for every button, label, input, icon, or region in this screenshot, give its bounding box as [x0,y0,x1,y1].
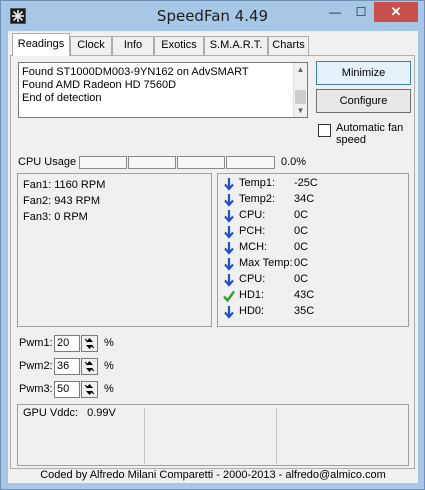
pwm1-spinner[interactable] [81,335,98,352]
temperature-name: Max Temp: [239,257,293,269]
temperature-name: Temp2: [239,193,276,205]
cpu-usage-bar [79,156,127,169]
tab-info[interactable]: Info [112,36,154,55]
window-minimize-button[interactable]: — [322,2,348,22]
pwm2-input[interactable]: 36 [54,358,80,375]
automatic-fan-speed-label-1: Automatic fan [336,122,404,134]
tab-clock[interactable]: Clock [70,36,112,55]
fan-value: 1160 RPM [54,179,106,191]
pwm2-spinner[interactable] [81,358,98,375]
fans-group: Fan1: 1160 RPM Fan2: 943 RPM Fan3: 0 RPM [17,173,212,327]
tab-charts[interactable]: Charts [268,36,309,55]
temperatures-group: Temp1: -25C Temp2: 34C CPU: 0C PCH: 0C M… [217,173,409,327]
client-area: Readings Clock Info Exotics S.M.A.R.T. C… [8,31,418,483]
arrow-down-icon [224,242,234,255]
minimize-button[interactable]: Minimize [316,61,411,85]
gpu-voltage-reading: GPU Vddc: 0.99V [23,407,116,419]
title-bar[interactable]: SpeedFan 4.49 — ☐ ✕ [1,1,424,31]
temperature-name: HD1: [239,289,265,301]
column-divider [144,408,145,464]
temperature-name: PCH: [239,225,266,237]
pwm1-unit: % [104,337,114,349]
temperature-value: -25C [294,177,318,189]
pwm3-unit: % [104,383,114,395]
spinner-arrows-icon [84,338,95,349]
window-maximize-button[interactable]: ☐ [348,2,374,22]
temperature-value: 0C [294,241,309,253]
temperature-value: 43C [294,289,315,301]
temperature-name: CPU: [239,273,266,285]
scroll-up-icon[interactable]: ▲ [294,63,307,76]
scroll-thumb[interactable] [295,90,306,104]
tab-smart[interactable]: S.M.A.R.T. [204,36,268,55]
credits-footer: Coded by Alfredo Milani Comparetti - 200… [40,469,386,481]
arrow-down-icon [224,258,234,271]
automatic-fan-speed-label-2: speed [336,134,366,146]
arrow-down-icon [224,210,234,223]
pwm1-input[interactable]: 20 [54,335,80,352]
fan-name: Fan3: [23,211,52,223]
tab-readings[interactable]: Readings [12,33,70,56]
fan-name: Fan1: [23,179,52,191]
configure-button[interactable]: Configure [316,89,411,113]
pwm3-spinner[interactable] [81,381,98,398]
temperature-name: MCH: [239,241,268,253]
fan-name: Fan2: [23,195,52,207]
arrow-down-icon [224,306,234,319]
fan-value: 0 RPM [54,211,88,223]
cpu-usage-label: CPU Usage [18,156,77,168]
cpu-usage-bar [226,156,275,169]
cpu-usage-bar [128,156,176,169]
automatic-fan-speed-checkbox[interactable] [318,124,331,137]
fan-reading: Fan3: 0 RPM [23,211,88,223]
fan-reading: Fan1: 1160 RPM [23,179,105,191]
fan-value: 943 RPM [54,195,101,207]
pwm2-unit: % [104,360,114,372]
readings-panel: Found ST1000DM003-9YN162 on AdvSMART Fou… [10,55,415,469]
arrow-down-icon [224,178,234,191]
pwm3-label: Pwm3: [19,383,53,395]
temperature-name: CPU: [239,209,266,221]
gpu-voltage-value: 0.99V [87,407,116,419]
checkmark-icon [223,290,235,303]
arrow-down-icon [224,194,234,207]
log-line: End of detection [22,92,102,104]
temperature-value: 0C [294,209,309,221]
tab-exotics[interactable]: Exotics [154,36,204,55]
spinner-arrows-icon [84,361,95,372]
pwm1-label: Pwm1: [19,337,53,349]
window-close-button[interactable]: ✕ [374,2,418,22]
pwm2-label: Pwm2: [19,360,53,372]
cpu-usage-percent: 0.0% [281,156,307,168]
temperature-value: 0C [294,225,309,237]
temperature-value: 0C [294,273,309,285]
cpu-usage-bar [177,156,225,169]
temperature-value: 35C [294,305,315,317]
detection-log[interactable]: Found ST1000DM003-9YN162 on AdvSMART Fou… [18,62,308,118]
gpu-voltage-name: GPU Vddc: [23,407,79,419]
temperature-name: HD0: [239,305,265,317]
temperature-value: 0C [294,257,309,269]
speedfan-window: SpeedFan 4.49 — ☐ ✕ Readings Clock Info … [0,0,425,490]
temperature-name: Temp1: [239,177,276,189]
log-scrollbar[interactable]: ▲ ▼ [293,63,307,117]
scroll-down-icon[interactable]: ▼ [294,104,307,117]
spinner-arrows-icon [84,384,95,395]
log-line: Found AMD Radeon HD 7560D [22,79,177,91]
arrow-down-icon [224,226,234,239]
tab-strip: Readings Clock Info Exotics S.M.A.R.T. C… [12,33,412,56]
temperature-value: 34C [294,193,315,205]
arrow-down-icon [224,274,234,287]
column-divider [276,408,277,464]
pwm3-input[interactable]: 50 [54,381,80,398]
log-line: Found ST1000DM003-9YN162 on AdvSMART [22,66,249,78]
fan-reading: Fan2: 943 RPM [23,195,100,207]
